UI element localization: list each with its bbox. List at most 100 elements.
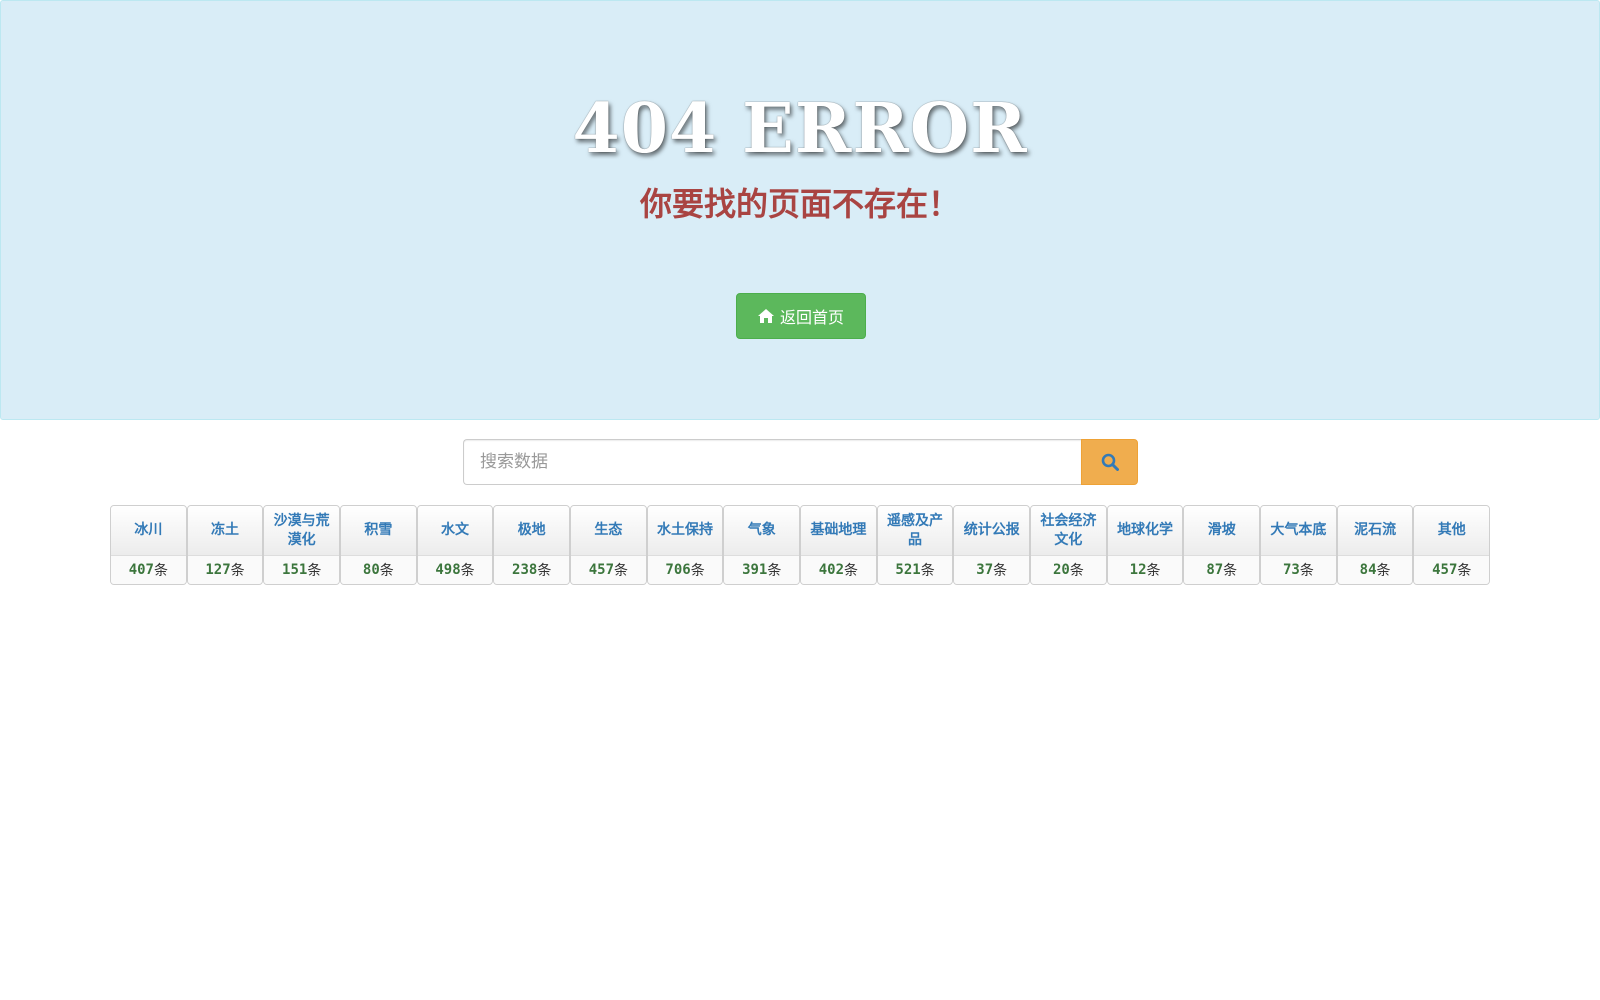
category-count: 80 条 [341,556,416,584]
category-item[interactable]: 基础地理 402 条 [800,505,877,585]
category-count: 127 条 [187,556,263,584]
category-count-number: 402 [818,562,845,578]
search-icon [1101,453,1119,471]
category-count-unit: 条 [993,563,1008,579]
category-count-unit: 条 [844,563,859,579]
category-count-number: 407 [128,562,154,578]
category-count: 391 条 [724,556,800,584]
category-item[interactable]: 气象 391 条 [723,505,801,585]
category-name[interactable]: 遥感及产品 [877,506,953,556]
error-title: 404 ERROR [572,89,1028,169]
error-jumbotron: 404 ERROR 你要找的页面不存在！ 返回首页 [0,0,1600,420]
category-count-unit: 条 [153,563,168,579]
category-name[interactable]: 水文 [417,506,493,556]
category-count-number: 37 [976,562,994,578]
category-item[interactable]: 冻土 127 条 [186,505,264,585]
category-count-number: 521 [895,562,921,578]
category-item[interactable]: 其他 457 条 [1413,505,1491,585]
category-count: 20 条 [1031,556,1106,584]
category-name[interactable]: 沙漠与荒漠化 [264,506,340,556]
category-count-unit: 条 [1069,563,1084,579]
category-name[interactable]: 基础地理 [801,506,876,556]
category-name[interactable]: 大气本底 [1261,506,1336,556]
category-name[interactable]: 生态 [571,506,646,556]
category-item[interactable]: 社会经济文化 20 条 [1030,505,1107,585]
category-count-unit: 条 [1146,563,1161,579]
category-item[interactable]: 水文 498 条 [416,505,494,585]
search-button[interactable] [1081,439,1138,485]
category-count: 498 条 [417,556,493,584]
category-name[interactable]: 极地 [494,506,570,556]
category-count-unit: 条 [1299,563,1314,579]
category-count-number: 238 [512,562,538,578]
category-count: 402 条 [801,556,876,584]
category-item[interactable]: 沙漠与荒漠化 151 条 [263,505,341,585]
category-count: 84 条 [1337,556,1413,584]
category-item[interactable]: 生态 457 条 [570,505,647,585]
category-count: 238 条 [494,556,570,584]
category-count-number: 73 [1282,562,1300,578]
category-count: 37 条 [954,556,1030,584]
category-name[interactable]: 冰川 [111,506,186,556]
category-count-unit: 条 [379,563,394,579]
category-count-number: 12 [1129,562,1147,578]
category-count-number: 391 [742,562,768,578]
category-count-unit: 条 [614,563,629,579]
category-name[interactable]: 统计公报 [954,506,1030,556]
category-count-number: 84 [1359,562,1377,578]
category-count-number: 706 [665,562,691,578]
category-count-number: 498 [435,562,461,578]
category-item[interactable]: 冰川 407 条 [110,505,187,585]
category-count: 73 条 [1261,556,1336,584]
category-name[interactable]: 冻土 [187,506,263,556]
category-count-unit: 条 [690,563,705,579]
category-item[interactable]: 地球化学 12 条 [1106,505,1184,585]
category-name[interactable]: 滑坡 [1184,506,1260,556]
category-name[interactable]: 水土保持 [647,506,723,556]
category-count: 706 条 [647,556,723,584]
category-count-unit: 条 [1457,563,1472,579]
home-icon [757,309,774,323]
category-item[interactable]: 统计公报 37 条 [953,505,1031,585]
category-count-number: 87 [1206,562,1224,578]
category-count: 407 条 [111,556,186,584]
category-item[interactable]: 积雪 80 条 [340,505,417,585]
category-name[interactable]: 其他 [1414,506,1490,556]
search-input[interactable] [463,439,1081,485]
category-count: 12 条 [1107,556,1183,584]
category-item[interactable]: 水土保持 706 条 [646,505,724,585]
category-count: 521 条 [877,556,953,584]
category-item[interactable]: 滑坡 87 条 [1183,505,1261,585]
category-count-number: 457 [1432,562,1458,578]
category-count: 457 条 [1414,556,1490,584]
category-count-unit: 条 [537,563,552,579]
category-list: 冰川 407 条冻土 127 条沙漠与荒漠化 151 条积雪 80 条水文 498 条极地 238 条生… [110,505,1491,585]
category-name[interactable]: 地球化学 [1107,506,1183,556]
category-item[interactable]: 泥石流 84 条 [1336,505,1414,585]
category-name[interactable]: 积雪 [341,506,416,556]
category-count: 457 条 [571,556,646,584]
category-item[interactable]: 遥感及产品 521 条 [876,505,954,585]
category-count-number: 20 [1052,562,1070,578]
category-name[interactable]: 泥石流 [1337,506,1413,556]
category-count-number: 80 [362,562,380,578]
category-count-unit: 条 [1376,563,1391,579]
search-bar [463,439,1138,485]
category-count-unit: 条 [230,563,245,579]
back-home-button[interactable]: 返回首页 [736,293,866,339]
category-count-unit: 条 [920,563,935,579]
category-item[interactable]: 极地 238 条 [493,505,571,585]
category-count-number: 457 [588,562,615,578]
category-item[interactable]: 大气本底 73 条 [1260,505,1337,585]
category-count-unit: 条 [460,563,475,579]
category-count-unit: 条 [307,563,322,579]
category-count-number: 151 [282,562,308,578]
category-name[interactable]: 社会经济文化 [1031,506,1106,556]
category-name[interactable]: 气象 [724,506,800,556]
category-count: 151 条 [264,556,340,584]
category-count-unit: 条 [1223,563,1238,579]
back-home-label: 返回首页 [779,308,844,327]
category-count: 87 条 [1184,556,1260,584]
error-subtitle: 你要找的页面不存在！ [639,185,960,223]
category-count-unit: 条 [767,563,782,579]
